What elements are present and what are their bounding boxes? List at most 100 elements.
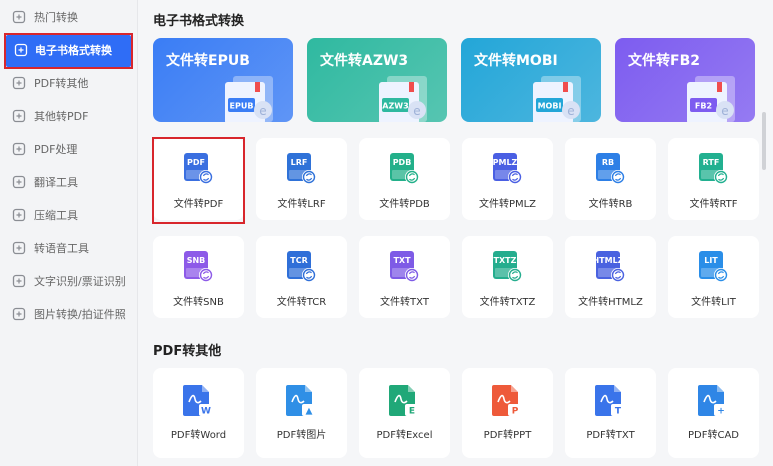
- banner-title: 文件转MOBI: [474, 53, 558, 69]
- scrollbar[interactable]: [762, 112, 766, 170]
- sidebar-item-label: 压缩工具: [34, 209, 78, 222]
- ebook-icon: EPUB e: [219, 76, 279, 122]
- pdf-convert-file-icon: ▲: [283, 382, 319, 418]
- banner-title: 文件转FB2: [628, 53, 700, 69]
- tool-card-pdb[interactable]: PDB 文件转PDB: [359, 138, 450, 220]
- sidebar-item-2[interactable]: PDF转其他: [0, 67, 138, 100]
- tool-card-snb[interactable]: SNB 文件转SNB: [153, 236, 244, 318]
- sidebar-item-label: 转语音工具: [34, 242, 89, 255]
- ebook-convert-icon: [14, 43, 28, 57]
- ebook-icon: FB2 e: [681, 76, 741, 122]
- svg-text:RB: RB: [602, 158, 614, 167]
- tool-card-label: 文件转RTF: [689, 199, 738, 210]
- pdf-tool-card-2[interactable]: E PDF转Excel: [359, 368, 450, 458]
- svg-text:LRF: LRF: [291, 158, 308, 167]
- hot-icon: [12, 10, 26, 24]
- sidebar-item-label: 图片转换/拍证件照: [34, 308, 126, 321]
- pmlz-file-icon: PMLZ: [489, 150, 525, 186]
- banner-fb2[interactable]: 文件转FB2 FB2 e: [615, 38, 755, 122]
- pdf-tool-card-3[interactable]: P PDF转PPT: [462, 368, 553, 458]
- section-title-pdf-other: PDF转其他: [153, 344, 222, 359]
- svg-text:E: E: [409, 407, 415, 417]
- txtz-file-icon: TXTZ: [489, 248, 525, 284]
- sidebar-item-label: 电子书格式转换: [35, 44, 112, 57]
- sidebar-item-3[interactable]: 其他转PDF: [0, 100, 138, 133]
- tool-card-htmlz[interactable]: HTMLZ 文件转HTMLZ: [565, 236, 656, 318]
- svg-text:FB2: FB2: [695, 102, 712, 111]
- ebook-icon: MOBI e: [527, 76, 587, 122]
- rb-file-icon: RB: [592, 150, 628, 186]
- ebook-icon: AZW3 e: [373, 76, 433, 122]
- svg-text:AZW3: AZW3: [382, 102, 408, 111]
- sidebar-item-6[interactable]: 压缩工具: [0, 199, 138, 232]
- svg-text:LIT: LIT: [704, 256, 718, 265]
- svg-text:TXTZ: TXTZ: [494, 256, 517, 265]
- tool-card-lrf[interactable]: LRF 文件转LRF: [256, 138, 347, 220]
- tool-card-txt[interactable]: TXT 文件转TXT: [359, 236, 450, 318]
- tool-card-tcr[interactable]: TCR 文件转TCR: [256, 236, 347, 318]
- pdf-convert-icon: [12, 76, 26, 90]
- tool-card-txtz[interactable]: TXTZ 文件转TXTZ: [462, 236, 553, 318]
- tool-card-label: 文件转PMLZ: [478, 199, 537, 210]
- tool-card-label: 文件转PDB: [379, 199, 430, 210]
- banner-title: 文件转AZW3: [320, 53, 409, 69]
- tool-card-pdf[interactable]: PDF 文件转PDF: [153, 138, 244, 220]
- tool-card-rb[interactable]: RB 文件转RB: [565, 138, 656, 220]
- pdf-file-icon: PDF: [180, 150, 216, 186]
- svg-text:▲: ▲: [306, 407, 313, 417]
- tool-card-pmlz[interactable]: PMLZ 文件转PMLZ: [462, 138, 553, 220]
- to-pdf-icon: [12, 109, 26, 123]
- sidebar-item-7[interactable]: 转语音工具: [0, 232, 138, 265]
- svg-text:e: e: [567, 104, 574, 118]
- svg-text:PMLZ: PMLZ: [493, 158, 518, 167]
- banner-epub[interactable]: 文件转EPUB EPUB e: [153, 38, 293, 122]
- txt-file-icon: TXT: [386, 248, 422, 284]
- tool-card-label: 文件转TXT: [380, 297, 429, 308]
- pdf-convert-file-icon: +: [695, 382, 731, 418]
- pdf-tool-card-4[interactable]: T PDF转TXT: [565, 368, 656, 458]
- svg-text:e: e: [721, 104, 728, 118]
- sidebar-item-label: 其他转PDF: [34, 110, 89, 123]
- image-convert-icon: [12, 307, 26, 321]
- svg-text:HTMLZ: HTMLZ: [592, 256, 623, 265]
- sidebar-item-1[interactable]: 电子书格式转换: [6, 35, 131, 67]
- sidebar-item-9[interactable]: 图片转换/拍证件照: [0, 298, 138, 331]
- rtf-file-icon: RTF: [695, 150, 731, 186]
- tool-card-label: 文件转TXTZ: [479, 297, 536, 308]
- tool-card-rtf[interactable]: RTF 文件转RTF: [668, 138, 759, 220]
- sidebar-item-label: 热门转换: [34, 11, 78, 24]
- sidebar-item-label: PDF转其他: [34, 77, 89, 90]
- svg-text:RTF: RTF: [703, 158, 720, 167]
- svg-text:W: W: [201, 407, 211, 417]
- svg-text:P: P: [512, 407, 519, 417]
- tool-card-label: PDF转CAD: [687, 430, 739, 441]
- tool-card-label: PDF转Word: [170, 430, 227, 441]
- section-title-ebook: 电子书格式转换: [153, 14, 245, 29]
- svg-text:TCR: TCR: [290, 256, 308, 265]
- svg-text:EPUB: EPUB: [230, 102, 254, 111]
- pdf-tool-card-0[interactable]: W PDF转Word: [153, 368, 244, 458]
- sidebar-item-5[interactable]: 翻译工具: [0, 166, 138, 199]
- lit-file-icon: LIT: [695, 248, 731, 284]
- sidebar-item-8[interactable]: 文字识别/票证识别: [0, 265, 138, 298]
- pdf-process-icon: [12, 142, 26, 156]
- compress-icon: [12, 208, 26, 222]
- pdf-tool-card-5[interactable]: + PDF转CAD: [668, 368, 759, 458]
- tool-card-label: PDF转PPT: [483, 430, 532, 441]
- sidebar-item-label: PDF处理: [34, 143, 78, 156]
- pdb-file-icon: PDB: [386, 150, 422, 186]
- banner-azw3[interactable]: 文件转AZW3 AZW3 e: [307, 38, 447, 122]
- pdf-convert-file-icon: W: [180, 382, 216, 418]
- tcr-file-icon: TCR: [283, 248, 319, 284]
- sidebar-item-4[interactable]: PDF处理: [0, 133, 138, 166]
- svg-text:e: e: [259, 104, 266, 118]
- svg-text:MOBI: MOBI: [538, 102, 562, 111]
- sidebar-item-0[interactable]: 热门转换: [0, 1, 138, 34]
- svg-text:TXT: TXT: [393, 256, 411, 265]
- svg-text:PDB: PDB: [393, 158, 412, 167]
- pdf-tool-card-1[interactable]: ▲ PDF转图片: [256, 368, 347, 458]
- banner-mobi[interactable]: 文件转MOBI MOBI e: [461, 38, 601, 122]
- ocr-icon: [12, 274, 26, 288]
- tool-card-lit[interactable]: LIT 文件转LIT: [668, 236, 759, 318]
- tool-card-label: 文件转RB: [588, 199, 633, 210]
